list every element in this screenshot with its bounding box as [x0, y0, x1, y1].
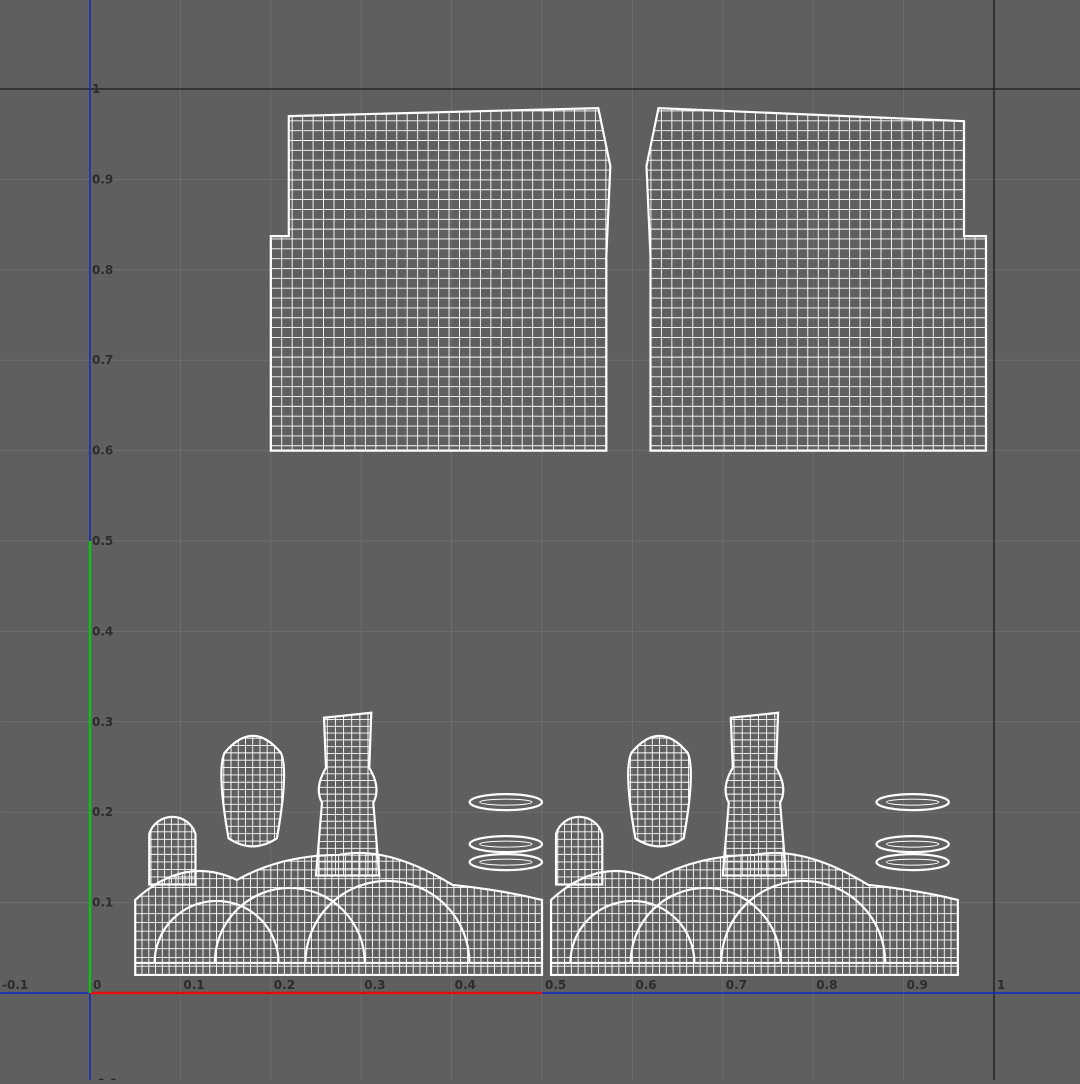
- v-tick-label: 0.1: [92, 896, 113, 910]
- shell-mesh: [646, 108, 986, 451]
- v-tick-label: 0.6: [92, 444, 113, 458]
- button-ring-inner: [479, 840, 533, 848]
- shell-mesh: [316, 712, 380, 876]
- v-tick-label: 0.8: [92, 263, 113, 277]
- back-panel-left[interactable]: [261, 101, 617, 455]
- v-tick-label: 0.5: [92, 534, 113, 548]
- pocket-round-right[interactable]: [551, 794, 605, 886]
- v-tick-label: 0.7: [92, 353, 113, 367]
- v-tick-label: -0.1: [92, 1076, 118, 1080]
- u-tick-label: 0.6: [635, 978, 656, 992]
- shell-mesh: [270, 108, 611, 451]
- v-tick-label: 0.4: [92, 624, 113, 638]
- button-ring: [468, 793, 544, 812]
- pocket-oval-right[interactable]: [623, 731, 695, 849]
- button-stack-left[interactable]: [468, 793, 544, 872]
- u-tick-label: 0.1: [183, 978, 204, 992]
- uv-editor-viewport[interactable]: -0.1 0 0.1 0.2 0.3 0.4 0.5 0.6 0.7 0.8 0.9 1 -0.1 0.1…: [0, 0, 1080, 1084]
- button-ring: [875, 835, 950, 854]
- u-tick-label: -0.1: [2, 978, 28, 992]
- belt-loop-right[interactable]: [718, 711, 791, 877]
- u-tick-label: 0.9: [907, 978, 928, 992]
- button-ring-inner: [886, 840, 940, 848]
- u-tick-label: 0.4: [455, 978, 476, 992]
- pocket-oval-left[interactable]: [217, 731, 289, 849]
- u-tick-label: 0: [93, 978, 101, 992]
- shell-border: [269, 106, 612, 452]
- u-tick-label: 0.7: [726, 978, 747, 992]
- button-ring: [875, 853, 950, 872]
- v-tick-label: 1: [92, 82, 100, 96]
- button-ring-inner: [479, 858, 533, 866]
- shell-border: [645, 106, 988, 452]
- back-panel-right[interactable]: [640, 101, 996, 455]
- u-tick-label: 0.3: [364, 978, 385, 992]
- shell-border: [148, 815, 197, 886]
- button-ring-inner: [886, 798, 940, 806]
- belt-loop-left[interactable]: [311, 711, 384, 877]
- v-tick-label: 0.9: [92, 172, 113, 186]
- uv-axis-labels: -0.1 0 0.1 0.2 0.3 0.4 0.5 0.6 0.7 0.8 0.9 1 -0.1 0.1…: [2, 82, 1005, 1084]
- u-tick-label: 1: [997, 978, 1005, 992]
- button-ring: [875, 793, 950, 812]
- v-tick-label: 0.2: [92, 805, 113, 819]
- v-tick-label: 0.3: [92, 715, 113, 729]
- u-tick-label: 0.2: [274, 978, 295, 992]
- button-stack-right[interactable]: [875, 793, 950, 872]
- u-tick-label: 0.5: [545, 978, 566, 992]
- button-ring: [468, 835, 544, 854]
- button-ring: [468, 853, 544, 872]
- u-tick-label: 0.8: [816, 978, 837, 992]
- arch-seam: [304, 879, 471, 963]
- shell-mesh: [722, 712, 787, 876]
- arch-seam: [720, 879, 887, 963]
- button-ring-inner: [886, 858, 940, 866]
- uv-shells[interactable]: [134, 101, 996, 977]
- shell-mesh: [556, 816, 603, 885]
- button-ring-inner: [479, 798, 533, 806]
